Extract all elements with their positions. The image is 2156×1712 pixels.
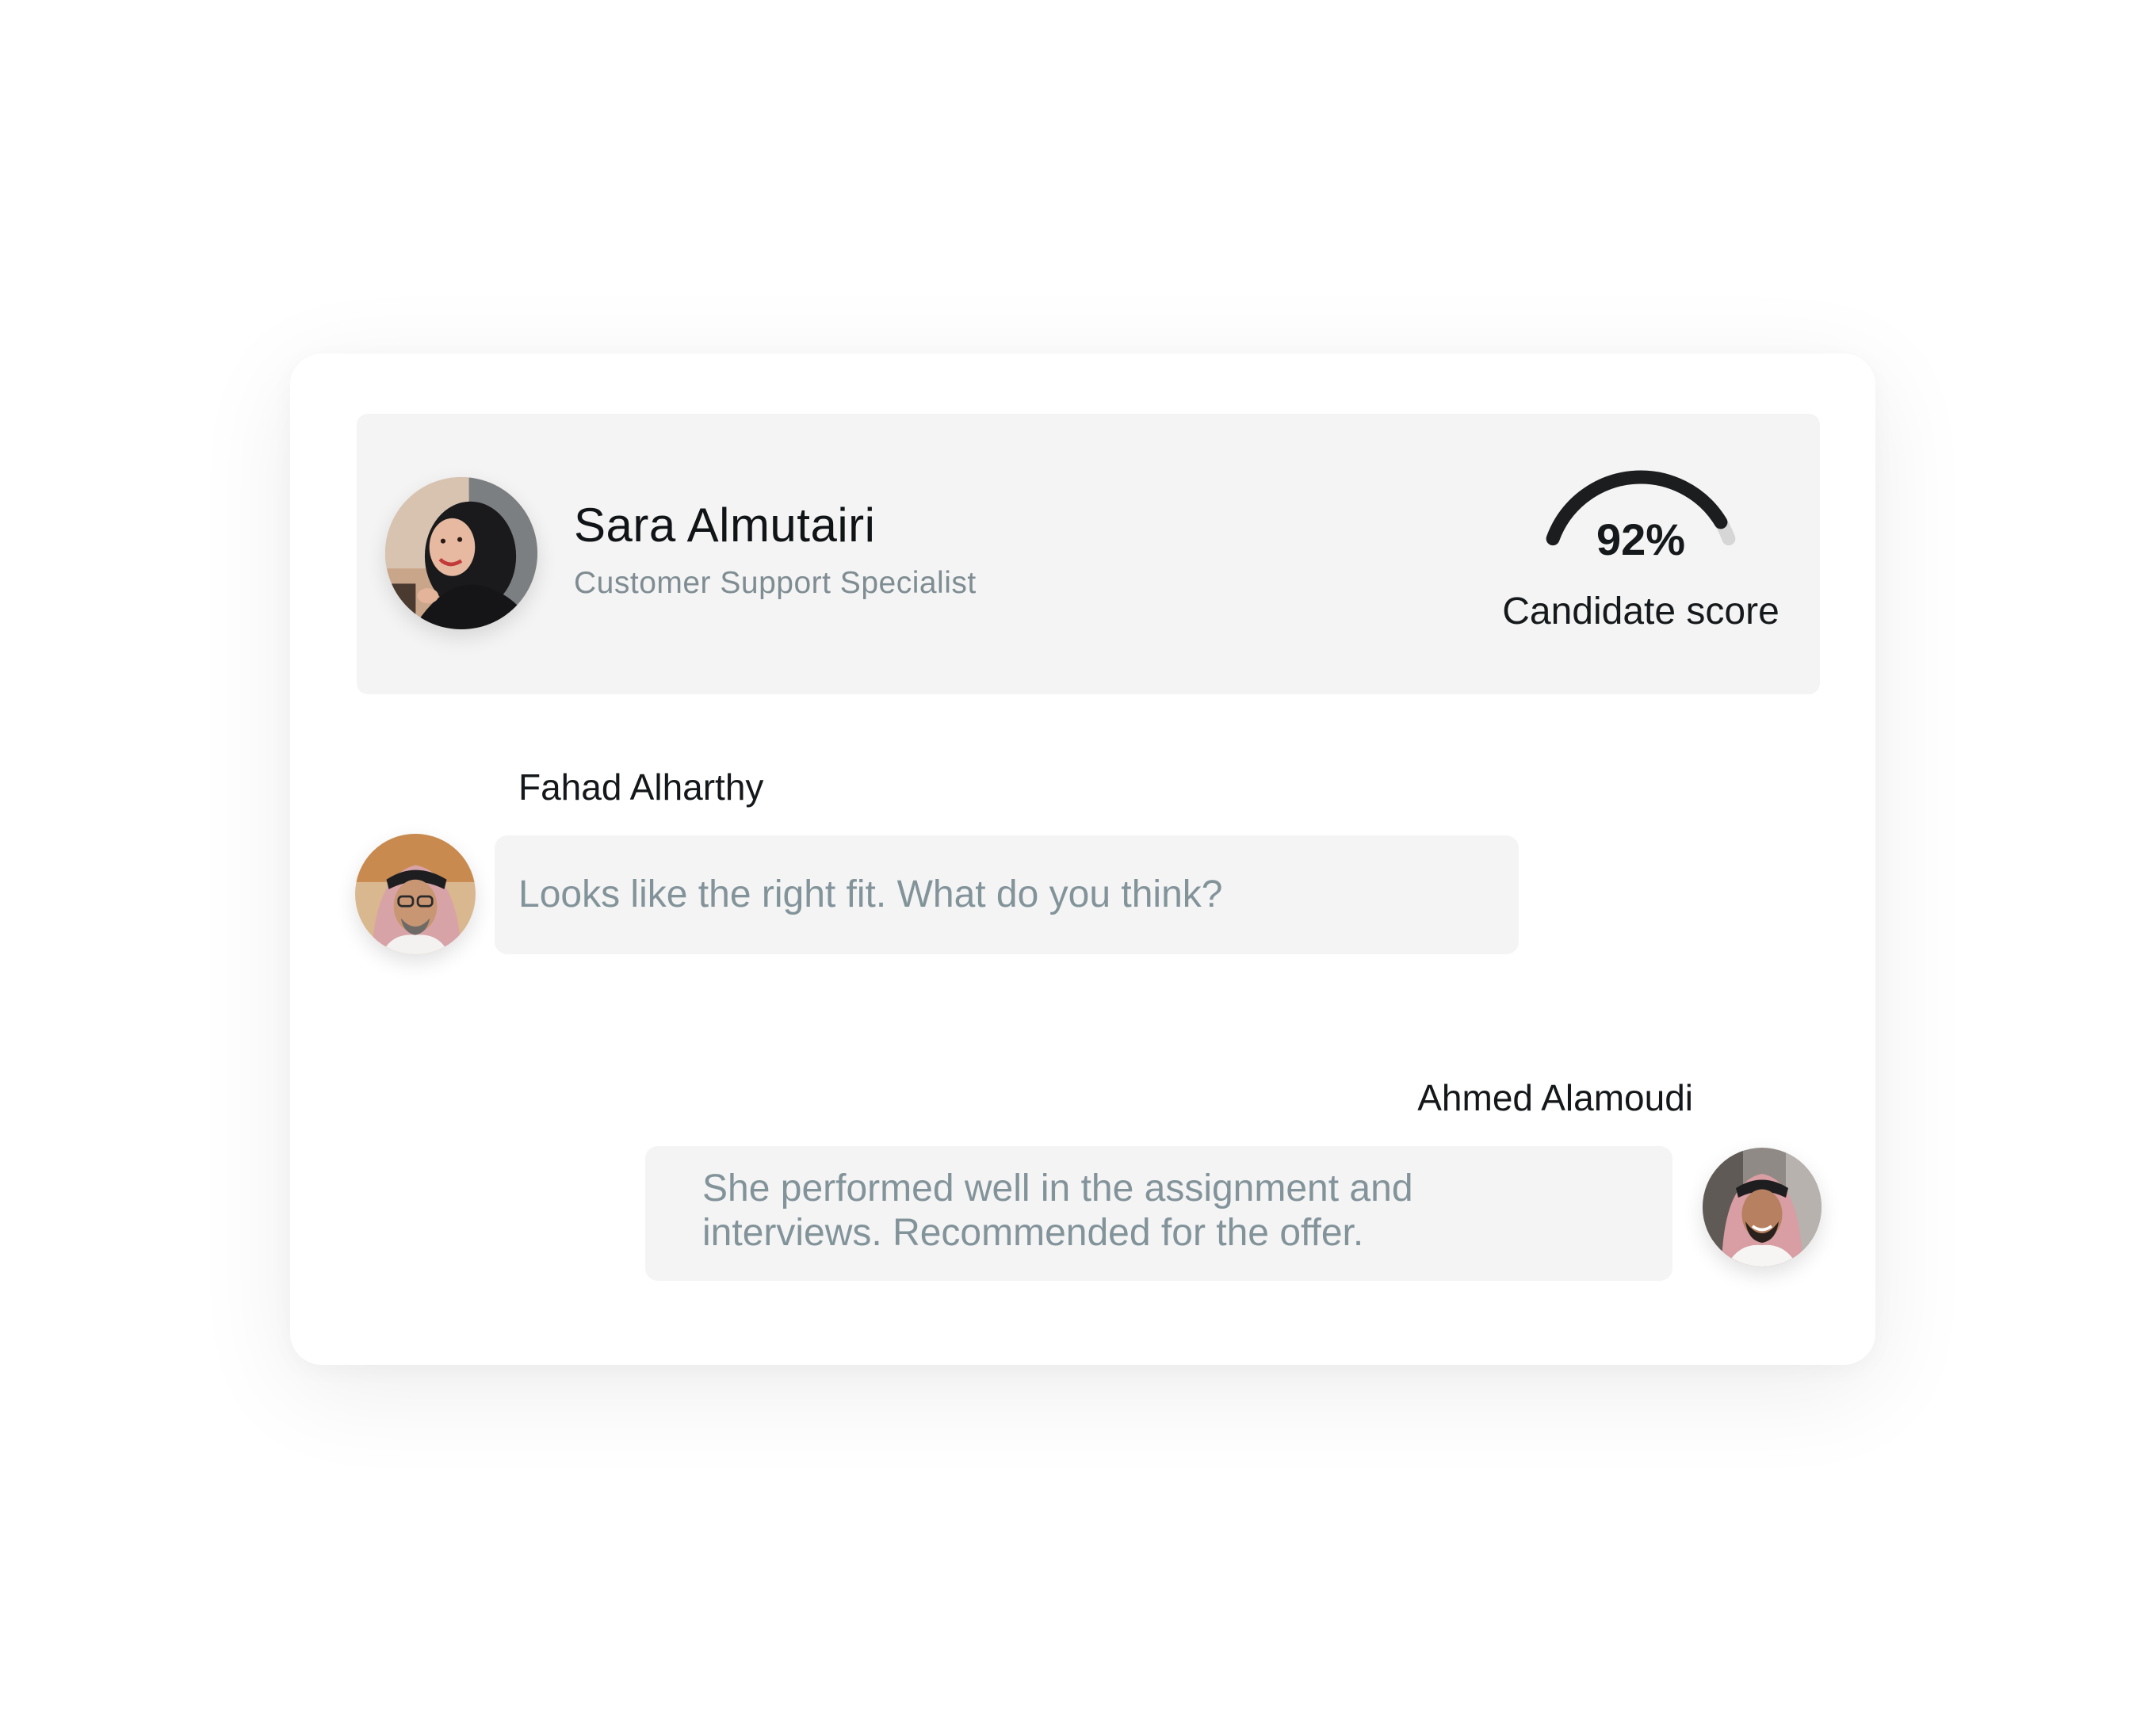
message-bubble: She performed well in the assignment and… [645,1146,1672,1281]
page-background: Sara Almutairi Customer Support Speciali… [0,0,2156,1712]
candidate-name: Sara Almutairi [574,499,876,552]
message-bubble: Looks like the right fit. What do you th… [495,835,1519,954]
message-text: She performed well in the assignment and… [702,1167,1413,1254]
reviewer-photo-avatar-icon [1703,1148,1822,1267]
candidate-score-value: 92% [1596,514,1686,564]
message-sender-name: Fahad Alharthy [518,766,764,808]
message-sender-name: Ahmed Alamoudi [1417,1077,1693,1118]
sender-avatar-ahmed[interactable] [1703,1148,1822,1267]
candidate-role: Customer Support Specialist [574,566,977,600]
message-text: Looks like the right fit. What do you th… [518,873,1223,915]
reviewer-photo-avatar-icon [355,834,476,954]
candidate-photo-avatar-icon [385,477,537,629]
candidate-avatar[interactable] [385,477,537,629]
candidate-profile-panel: Sara Almutairi Customer Support Speciali… [357,414,1820,694]
candidate-review-card: Sara Almutairi Customer Support Speciali… [290,353,1875,1365]
sender-avatar-fahad[interactable] [355,834,476,954]
candidate-score-label: Candidate score [1502,590,1779,632]
